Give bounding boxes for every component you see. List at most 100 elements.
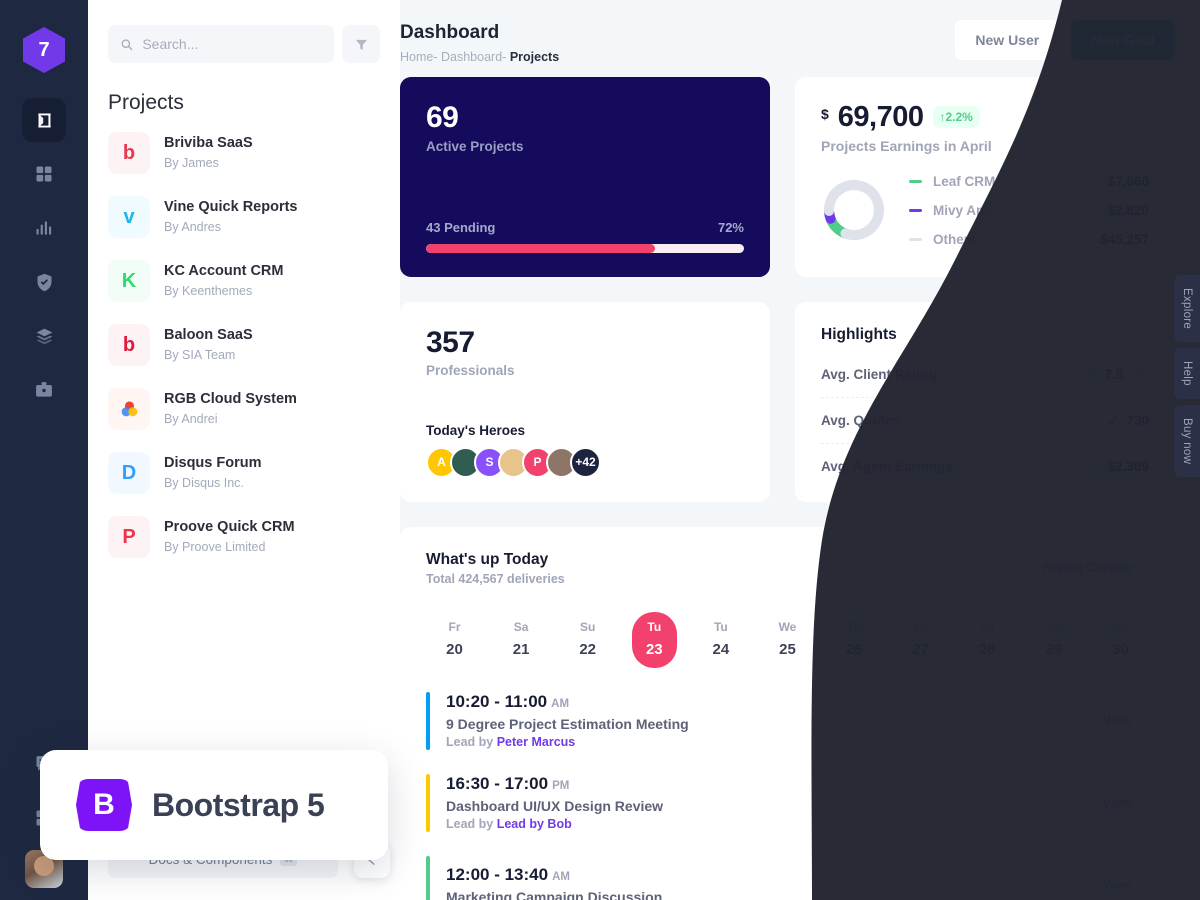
legend-amount: $2,820 [1107,202,1149,218]
day-number: 27 [912,640,929,658]
progress-labels: 43 Pending 72% [426,220,744,235]
highlight-suffix: /10 [1130,366,1149,382]
side-tab-buy-now[interactable]: Buy now [1174,404,1200,478]
rail-item-security[interactable] [22,260,66,304]
event-view-button[interactable]: View [1084,785,1149,820]
day-number: 24 [712,640,730,658]
event-lead-name[interactable]: Peter Marcus [497,735,576,749]
bootstrap-promo-badge[interactable]: B Bootstrap 5 [40,750,388,860]
briefcase-icon [36,382,52,397]
project-logo: P [108,516,150,558]
highlights-rows: Avg. Client Rating ↗ 7.8/10 Avg. Quotes … [821,352,1149,489]
day-number: 22 [579,640,597,658]
day-item[interactable]: Sa 28 [965,612,1010,668]
project-owner: By SIA Team [164,347,236,362]
day-item[interactable]: Th 26 [832,612,877,668]
day-dow: Tu [647,619,662,634]
project-name: KC Account CRM [164,263,284,280]
highlights-card: Highlights Avg. Client Rating ↗ 7.8/10 A… [795,301,1175,502]
rail-item-cube[interactable] [22,98,66,142]
list-item[interactable]: b Briviba SaaS By James [108,121,380,185]
progress-bar-fill [426,243,655,253]
event-item: 16:30 - 17:00 PM Dashboard UI/UX Design R… [426,773,1149,832]
rail-item-analytics[interactable] [22,206,66,250]
bootstrap-logo-icon: B [76,779,132,831]
highlight-value: ↗ $2,309 [1089,458,1149,475]
rail-item-briefcase[interactable] [22,368,66,412]
day-item[interactable]: Mo 30 [1098,612,1143,668]
side-tab-help[interactable]: Help [1174,348,1200,399]
filter-button[interactable] [342,25,380,63]
event-time: 10:20 - 11:00 [446,692,548,712]
breadcrumb-item-dashboard[interactable]: Dashboard- [441,50,506,64]
main-content: Dashboard Home- Dashboard- Projects New … [400,0,1200,900]
day-dow: Fri [912,619,929,634]
header-actions: New User New Goal [955,20,1175,60]
list-item[interactable]: P Proove Quick CRM By Proove Limited [108,505,380,569]
event-color-bar [426,773,430,832]
day-item[interactable]: Fri 27 [898,612,943,668]
event-view-button[interactable]: View [1084,867,1149,900]
new-user-button[interactable]: New User [955,20,1060,60]
list-item[interactable]: b Baloon SaaS By SIA Team [108,313,380,377]
whats-up-title: What's up Today [426,550,549,568]
day-number: 25 [779,640,796,658]
event-view-button[interactable]: View [1084,703,1149,738]
search-box[interactable] [108,25,334,63]
whats-up-today-card: What's up Today Total 424,567 deliveries… [400,526,1175,900]
rail-item-layers[interactable] [22,314,66,358]
professionals-card: 357 Professionals Today's Heroes A S P +… [400,301,770,502]
legend-swatch [909,179,922,183]
day-item[interactable]: We 25 [765,612,810,668]
project-name: Baloon SaaS [164,327,253,344]
event-name: Marketing Campaign Discussion [446,888,663,900]
page-heading: Dashboard Home- Dashboard- Projects [400,20,559,64]
breadcrumb: Home- Dashboard- Projects [400,50,559,64]
whats-up-titles: What's up Today Total 424,567 deliveries [426,551,565,586]
event-body: 16:30 - 17:00 PM Dashboard UI/UX Design R… [446,774,663,831]
day-item[interactable]: Su 29 [1031,612,1076,668]
new-goal-button[interactable]: New Goal [1071,20,1175,60]
legend-swatch [909,208,922,212]
rail-item-grid[interactable] [22,152,66,196]
highlight-name: Avg. Client Rating [821,366,937,382]
shield-check-icon [37,273,51,291]
event-ampm: PM [552,780,570,793]
day-item[interactable]: Tu 24 [698,612,743,668]
project-owner: By Disqus Inc. [164,475,244,490]
avatar-more[interactable]: +42 [570,446,601,478]
grid-icon [36,166,52,182]
day-item[interactable]: Su 22 [565,612,610,668]
earnings-donut-chart [823,180,885,241]
rail-icon-list [22,98,66,412]
report-center-button[interactable]: Report Cecnter [1026,550,1149,585]
day-item[interactable]: Sa 21 [499,612,544,668]
event-lead-name[interactable]: Lead by Bob [497,817,572,831]
list-item[interactable]: v Vine Quick Reports By Andres [108,185,380,249]
pending-label: 43 Pending [426,219,496,235]
event-name: Dashboard UI/UX Design Review [446,798,664,815]
whats-up-header: What's up Today Total 424,567 deliveries… [426,550,1149,586]
app-logo[interactable]: 7 [23,27,65,73]
project-logo: b [108,132,150,174]
cube-icon [37,113,51,127]
legend-amount: $7,660 [1107,173,1149,189]
list-item[interactable]: D Disqus Forum By Disqus Inc. [108,441,380,505]
highlight-name: Avg. Quotes [821,412,901,428]
project-logo: K [108,260,150,302]
event-item: 10:20 - 11:00 AM 9 Degree Project Estimat… [426,691,1149,750]
project-owner: By Andrei [164,411,218,426]
list-item[interactable]: K KC Account CRM By Keenthemes [108,249,380,313]
filter-icon [355,39,367,50]
breadcrumb-item-home[interactable]: Home- [400,50,438,64]
day-item[interactable]: Fr 20 [432,612,477,668]
day-dow: We [778,619,797,634]
topbar: Dashboard Home- Dashboard- Projects New … [400,0,1200,64]
event-item: 12:00 - 13:40 AM Marketing Campaign Discu… [426,855,1149,900]
list-item[interactable]: RGB Cloud System By Andrei [108,377,380,441]
day-item-selected[interactable]: Tu 23 [631,611,677,668]
side-tab-explore[interactable]: Explore [1174,275,1200,343]
search-input[interactable] [142,36,322,52]
progress-bar [426,243,744,253]
page-title: Dashboard [400,22,500,43]
